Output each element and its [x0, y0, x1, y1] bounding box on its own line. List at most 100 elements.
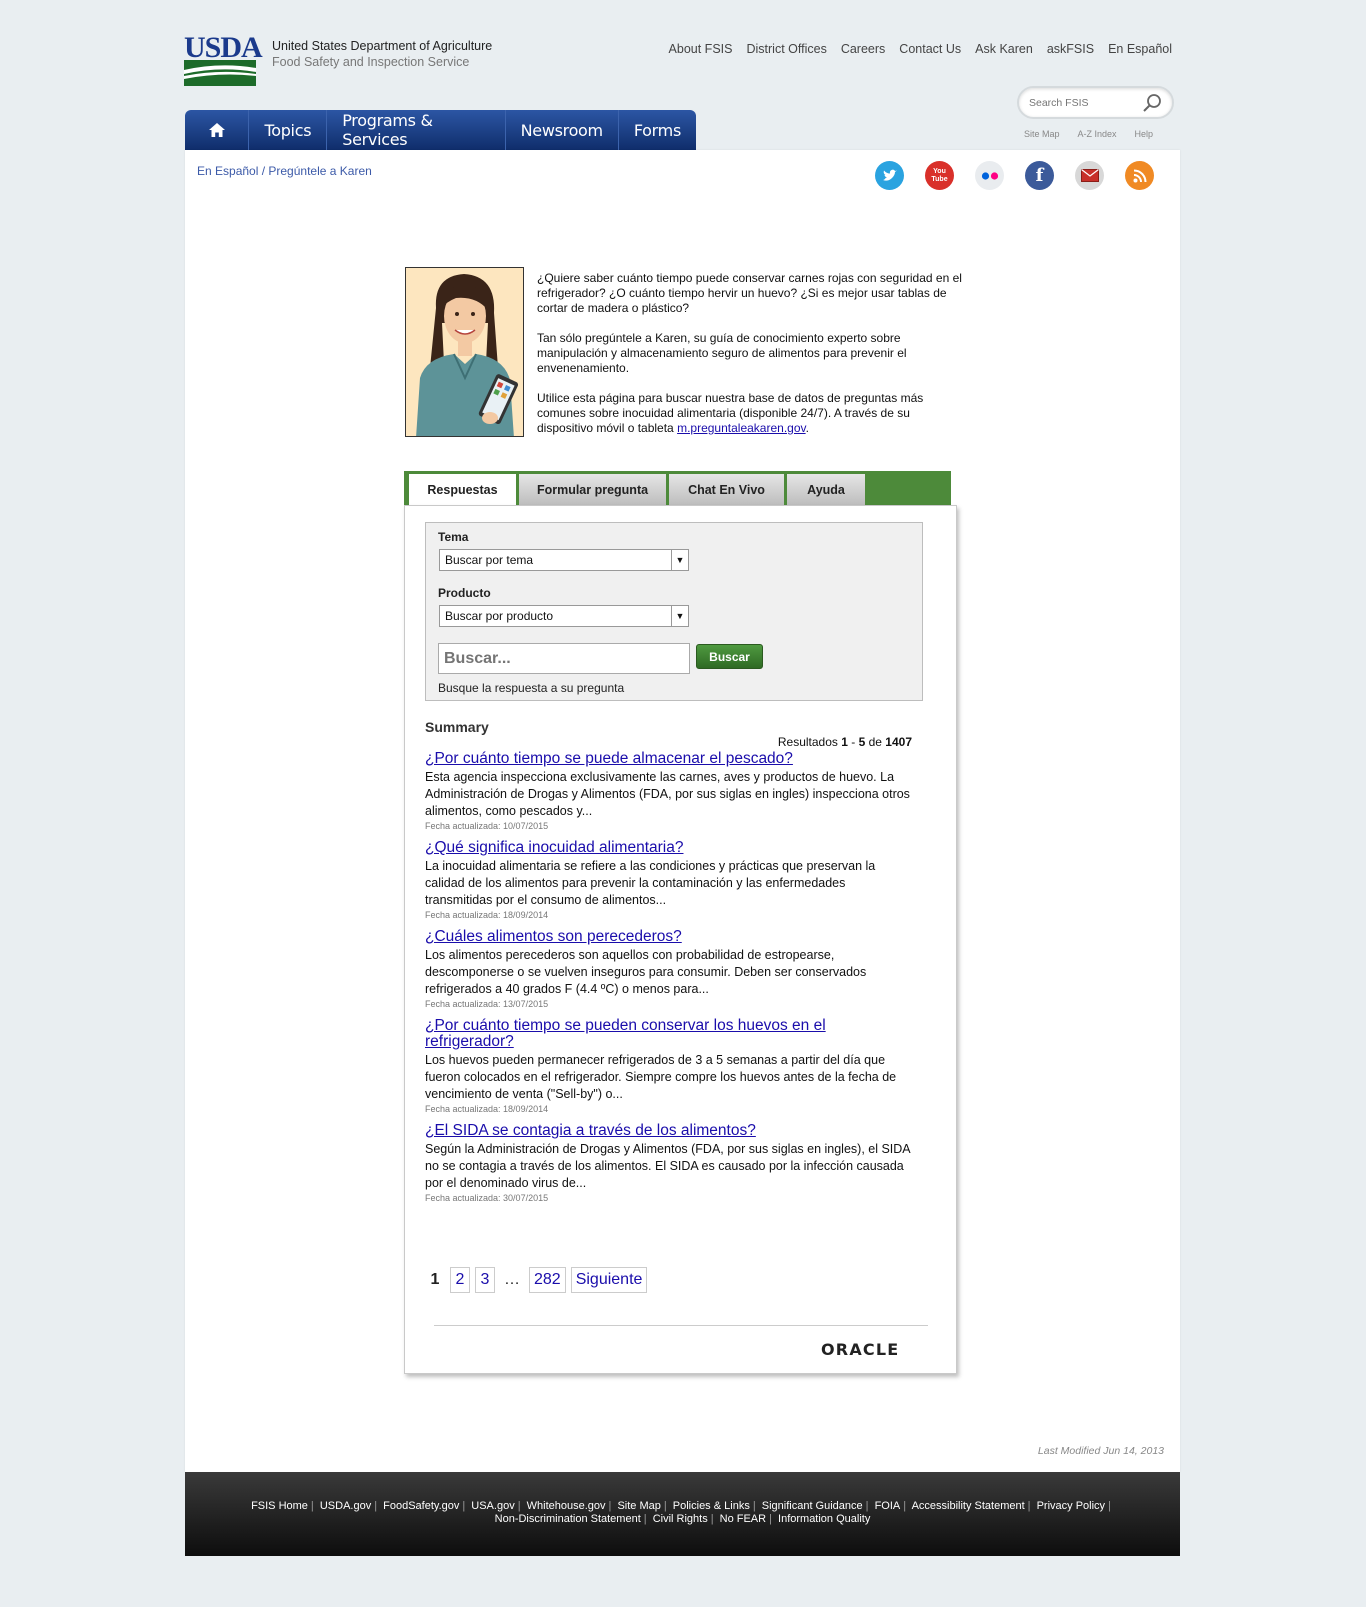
agency-line1: United States Department of Agriculture [272, 39, 493, 53]
mobile-site-link[interactable]: m.preguntaleakaren.gov [677, 421, 806, 435]
nav-newsroom[interactable]: Newsroom [506, 110, 619, 150]
footer-link[interactable]: Whitehouse.gov [527, 1500, 606, 1512]
logo-text: USDA [184, 31, 263, 64]
tab-chat-en-vivo[interactable]: Chat En Vivo [669, 474, 784, 505]
footer-link[interactable]: Privacy Policy [1037, 1500, 1105, 1512]
oracle-logo: ORACLE [821, 1340, 900, 1359]
result-item: ¿El SIDA se contagia a través de los ali… [425, 1123, 915, 1204]
result-excerpt: Los alimentos perecederos son aquellos c… [425, 948, 867, 996]
intro-text: ¿Quiere saber cuánto tiempo puede conser… [537, 271, 967, 451]
page-link-2[interactable]: 2 [450, 1267, 470, 1293]
footer-link[interactable]: Accessibility Statement [912, 1500, 1025, 1512]
twitter-icon[interactable] [875, 161, 904, 190]
footer-link[interactable]: No FEAR [720, 1513, 766, 1525]
result-excerpt: Según la Administración de Drogas y Alim… [425, 1142, 910, 1190]
karen-widget: Respuestas Formular pregunta Chat En Viv… [404, 471, 957, 1374]
main-nav: Topics Programs & Services Newsroom Form… [185, 110, 696, 150]
footer: FSIS Home | USDA.gov | FoodSafety.gov | USA… [185, 1472, 1180, 1556]
result-question-link[interactable]: ¿El SIDA se contagia a través de los ali… [425, 1123, 915, 1139]
home-icon [208, 123, 225, 137]
top-links: About FSIS District Offices Careers Cont… [669, 42, 1172, 56]
page-link-last[interactable]: 282 [529, 1267, 566, 1293]
last-modified: Last Modified Jun 14, 2013 [1037, 1445, 1164, 1457]
youtube-icon[interactable]: You Tube [925, 161, 954, 190]
result-item: ¿Qué significa inocuidad alimentaria? La… [425, 840, 915, 921]
result-question-link[interactable]: ¿Por cuánto tiempo se puede almacenar el… [425, 751, 915, 767]
footer-link[interactable]: Non-Discrimination Statement [495, 1513, 641, 1525]
result-question-link[interactable]: ¿Qué significa inocuidad alimentaria? [425, 840, 915, 856]
email-icon[interactable] [1075, 161, 1104, 190]
footer-link[interactable]: USA.gov [471, 1500, 514, 1512]
usda-logo[interactable]: USDA [184, 31, 263, 86]
footer-link[interactable]: USDA.gov [320, 1500, 371, 1512]
page-link-3[interactable]: 3 [475, 1267, 495, 1293]
footer-link[interactable]: Site Map [617, 1500, 660, 1512]
result-question-link[interactable]: ¿Cuáles alimentos son perecederos? [425, 929, 915, 945]
agency-line2: Food Safety and Inspection Service [272, 55, 470, 69]
karen-illustration [405, 267, 524, 437]
result-question-link[interactable]: ¿Por cuánto tiempo se pueden conservar l… [425, 1018, 845, 1050]
answers-search-input[interactable] [438, 643, 690, 674]
tab-ayuda[interactable]: Ayuda [787, 474, 865, 505]
breadcrumb[interactable]: En Español / Pregúntele a Karen [197, 164, 372, 178]
search-icon[interactable] [1142, 93, 1162, 113]
top-link-askfsis[interactable]: askFSIS [1047, 42, 1094, 56]
logo-field-graphic [184, 60, 256, 86]
facebook-icon[interactable]: f [1025, 161, 1054, 190]
top-link-contact[interactable]: Contact Us [899, 42, 961, 56]
top-link-about[interactable]: About FSIS [669, 42, 733, 56]
buscar-button[interactable]: Buscar [696, 644, 763, 669]
result-item: ¿Cuáles alimentos son perecederos? Los a… [425, 929, 915, 1010]
result-excerpt: Esta agencia inspecciona exclusivamente … [425, 770, 910, 818]
top-link-district-offices[interactable]: District Offices [746, 42, 826, 56]
footer-link[interactable]: Information Quality [778, 1513, 870, 1525]
social-icons: You Tube f [875, 161, 1154, 190]
chevron-down-icon: ▼ [671, 606, 688, 626]
site-search [1017, 86, 1174, 119]
nav-home[interactable] [185, 110, 250, 150]
intro-paragraph-3: Utilice esta página para buscar nuestra … [537, 391, 924, 435]
rss-icon[interactable] [1125, 161, 1154, 190]
nav-programs-services[interactable]: Programs & Services [327, 110, 506, 150]
agency-name: United States Department of Agriculture … [272, 38, 492, 70]
page-current: 1 [430, 1271, 440, 1288]
footer-link[interactable]: Significant Guidance [762, 1500, 863, 1512]
footer-link[interactable]: FoodSafety.gov [383, 1500, 459, 1512]
footer-link[interactable]: FSIS Home [251, 1500, 308, 1512]
nav-forms[interactable]: Forms [619, 110, 696, 150]
result-item: ¿Por cuánto tiempo se puede almacenar el… [425, 751, 915, 832]
footer-links-row2: Non-Discrimination Statement | Civil Righ… [494, 1513, 871, 1525]
result-date: Fecha actualizada: 13/07/2015 [425, 999, 549, 1009]
nav-topics[interactable]: Topics [249, 110, 328, 150]
producto-select[interactable]: Buscar por producto ▼ [439, 605, 689, 627]
footer-link[interactable]: Civil Rights [653, 1513, 708, 1525]
tema-select-value: Buscar por tema [445, 553, 534, 567]
site-map-link[interactable]: Site Map [1024, 129, 1060, 139]
flickr-icon[interactable] [975, 161, 1004, 190]
result-item: ¿Por cuánto tiempo se pueden conservar l… [425, 1018, 915, 1115]
main-content: En Español / Pregúntele a Karen You Tube … [185, 150, 1180, 1472]
utility-links: Site Map A-Z Index Help [1024, 129, 1153, 139]
az-index-link[interactable]: A-Z Index [1078, 129, 1117, 139]
tema-select[interactable]: Buscar por tema ▼ [439, 549, 689, 571]
help-link[interactable]: Help [1135, 129, 1154, 139]
result-date: Fecha actualizada: 10/07/2015 [425, 821, 549, 831]
top-link-espanol[interactable]: En Español [1108, 42, 1172, 56]
footer-link[interactable]: Policies & Links [673, 1500, 750, 1512]
pagination: 1 2 3 … 282 Siguiente [425, 1267, 648, 1293]
producto-select-value: Buscar por producto [445, 609, 554, 623]
top-link-ask-karen[interactable]: Ask Karen [975, 42, 1033, 56]
chevron-down-icon: ▼ [671, 550, 688, 570]
tab-respuestas[interactable]: Respuestas [409, 474, 516, 505]
tema-label: Tema [438, 530, 469, 544]
page-next[interactable]: Siguiente [570, 1267, 648, 1293]
result-excerpt: Los huevos pueden permanecer refrigerado… [425, 1053, 897, 1101]
top-link-careers[interactable]: Careers [841, 42, 885, 56]
tab-formular-pregunta[interactable]: Formular pregunta [519, 474, 666, 505]
footer-link[interactable]: FOIA [875, 1500, 901, 1512]
footer-links-row1: FSIS Home | USDA.gov | FoodSafety.gov | USA… [251, 1500, 1111, 1512]
search-hint: Busque la respuesta a su pregunta [438, 681, 625, 695]
summary-title: Summary [425, 719, 489, 735]
site-search-input[interactable] [1029, 95, 1139, 111]
divider [434, 1325, 928, 1326]
